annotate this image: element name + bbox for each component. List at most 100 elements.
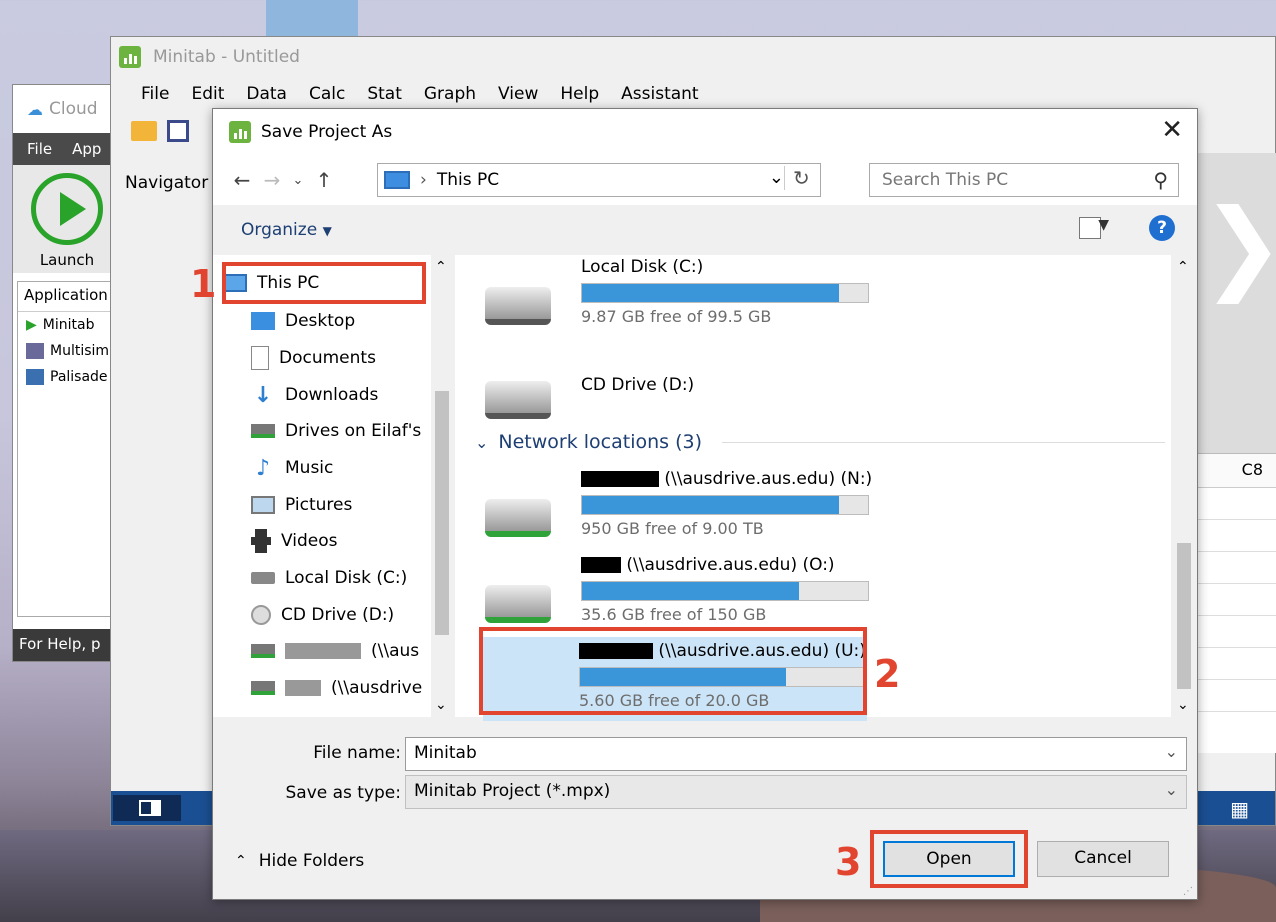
menu-graph[interactable]: Graph — [424, 84, 476, 104]
downloads-icon: ↓ — [253, 383, 273, 408]
menu-assistant[interactable]: Assistant — [621, 84, 698, 104]
tree-item-pictures[interactable]: Pictures — [251, 489, 352, 521]
scroll-down-icon[interactable]: ⌄ — [435, 697, 447, 713]
drive-free-space: 9.87 GB free of 99.5 GB — [581, 307, 772, 326]
tree-label: Local Disk (C:) — [285, 568, 408, 588]
menu-data[interactable]: Data — [246, 84, 287, 104]
drive-name: (\\ausdrive.aus.edu) (N:) — [581, 469, 872, 489]
drive-local-disk-c[interactable]: Local Disk (C:) 9.87 GB free of 99.5 GB — [485, 257, 915, 347]
scrollbar-thumb[interactable] — [1177, 543, 1191, 689]
cloud-logo-icon: ☁ — [27, 99, 43, 119]
cloud-title-bar: ☁ Cloud — [13, 85, 121, 133]
scroll-down-icon[interactable]: ⌄ — [1177, 697, 1189, 713]
tree-item-music[interactable]: ♪ Music — [251, 452, 333, 484]
minitab-menu-bar: File Edit Data Calc Stat Graph View Help… — [111, 77, 1275, 111]
address-bar[interactable]: › This PC ⌄ ↻ — [377, 163, 821, 197]
worksheet-row[interactable] — [1197, 488, 1276, 520]
hard-drive-icon — [485, 287, 551, 325]
view-dropdown-icon[interactable]: ▼ — [1098, 217, 1109, 233]
tree-item-downloads[interactable]: ↓ Downloads — [251, 379, 379, 411]
navigator-label: Navigator — [125, 173, 209, 193]
save-icon[interactable] — [167, 120, 189, 142]
tree-item-drives-on-eilafs[interactable]: Drives on Eilaf's — [251, 415, 421, 447]
network-locations-header[interactable]: ⌄ Network locations (3) — [475, 431, 1165, 453]
search-icon: ⚲ — [1153, 168, 1168, 192]
tree-label: Downloads — [285, 385, 379, 405]
cancel-button[interactable]: Cancel — [1037, 841, 1169, 877]
up-arrow-icon[interactable]: ↑ — [309, 168, 339, 192]
grid-view-icon[interactable]: ▦ — [1230, 797, 1249, 821]
address-text: This PC — [436, 170, 500, 190]
network-drive-n[interactable]: (\\ausdrive.aus.edu) (N:) 950 GB free of… — [485, 469, 915, 559]
refresh-icon[interactable]: ↻ — [784, 166, 816, 190]
menu-file[interactable]: File — [141, 84, 169, 104]
menu-stat[interactable]: Stat — [367, 84, 402, 104]
app-item-palisade[interactable]: Palisade — [18, 364, 116, 390]
play-icon — [31, 173, 103, 245]
help-icon[interactable]: ? — [1149, 215, 1175, 241]
tree-item-documents[interactable]: Documents — [251, 342, 376, 374]
tree-item-desktop[interactable]: Desktop — [251, 305, 355, 337]
tree-item-cd-drive-d[interactable]: CD Drive (D:) — [251, 599, 394, 631]
tree-item-network-drive-2[interactable]: (\\ausdrive — [251, 672, 422, 704]
app-item-minitab[interactable]: ▶ Minitab — [18, 312, 116, 338]
app-item-multisim[interactable]: Multisim — [18, 338, 116, 364]
tree-item-network-drive-1[interactable]: (\\aus — [251, 635, 419, 667]
menu-view[interactable]: View — [498, 84, 538, 104]
scroll-up-icon[interactable]: ⌃ — [1177, 259, 1189, 275]
chevron-down-icon[interactable]: ⌄ — [1165, 780, 1178, 799]
palisade-icon — [26, 369, 44, 385]
address-dropdown-icon[interactable]: ⌄ — [769, 167, 784, 188]
menu-calc[interactable]: Calc — [309, 84, 345, 104]
annotation-box-2 — [479, 627, 867, 715]
open-folder-icon[interactable] — [131, 121, 157, 141]
minitab-title-bar: Minitab - Untitled — [111, 37, 1275, 77]
organize-button[interactable]: Organize ▼ — [241, 220, 332, 240]
panel-icon — [139, 800, 161, 816]
tree-item-local-disk-c[interactable]: Local Disk (C:) — [251, 562, 407, 594]
network-header-label: Network locations (3) — [498, 431, 703, 453]
minitab-logo-icon — [229, 121, 251, 143]
forward-arrow-icon[interactable]: → — [257, 168, 287, 192]
file-name-field[interactable]: Minitab ⌄ — [405, 737, 1187, 771]
navigation-scrollbar[interactable]: ⌃ ⌄ — [431, 255, 453, 717]
cloud-menu-app[interactable]: App — [72, 140, 101, 158]
chevron-down-icon[interactable]: ⌄ — [1165, 742, 1178, 761]
address-bar-row: ← → ⌄ ↑ › This PC ⌄ ↻ Search This PC ⚲ — [213, 155, 1197, 205]
drive-free-space: 950 GB free of 9.00 TB — [581, 519, 764, 538]
tree-label: Documents — [279, 348, 376, 368]
close-icon[interactable]: ✕ — [1161, 115, 1183, 145]
file-list-scrollbar[interactable]: ⌃ ⌄ — [1171, 255, 1195, 717]
cloud-menu-file[interactable]: File — [27, 140, 52, 158]
search-input[interactable]: Search This PC ⚲ — [869, 163, 1179, 197]
worksheet-row[interactable] — [1197, 648, 1276, 680]
drive-cd-d[interactable]: CD Drive (D:) — [485, 351, 915, 441]
scrollbar-thumb[interactable] — [435, 391, 449, 635]
chevron-up-icon: ⌃ — [235, 853, 247, 869]
network-drive-icon — [251, 424, 275, 438]
redacted-name — [581, 471, 659, 487]
hide-folders-button[interactable]: ⌃ Hide Folders — [235, 851, 364, 871]
application-tab[interactable]: Application — [18, 282, 116, 312]
launch-button[interactable]: Launch — [13, 165, 121, 273]
column-header-c8[interactable]: C8 — [1197, 454, 1276, 488]
tree-item-videos[interactable]: Videos — [251, 525, 338, 557]
worksheet-row[interactable] — [1197, 552, 1276, 584]
pc-icon — [384, 171, 410, 189]
worksheet-row[interactable] — [1197, 520, 1276, 552]
app-label: Minitab — [42, 317, 95, 333]
resize-grip-icon[interactable]: ⋰ — [1183, 886, 1193, 897]
menu-edit[interactable]: Edit — [191, 84, 224, 104]
file-name-label: File name: — [313, 743, 401, 763]
recent-dropdown-icon[interactable]: ⌄ — [287, 173, 309, 188]
organize-label: Organize — [241, 220, 318, 240]
scroll-up-icon[interactable]: ⌃ — [435, 259, 447, 275]
network-drive-icon — [485, 585, 551, 623]
worksheet-row[interactable] — [1197, 584, 1276, 616]
menu-help[interactable]: Help — [560, 84, 599, 104]
back-arrow-icon[interactable]: ← — [227, 168, 257, 192]
worksheet-row[interactable] — [1197, 616, 1276, 648]
save-type-select[interactable]: Minitab Project (*.mpx) ⌄ — [405, 775, 1187, 809]
worksheet-row[interactable] — [1197, 680, 1276, 712]
panel-toggle-button[interactable] — [113, 795, 181, 821]
